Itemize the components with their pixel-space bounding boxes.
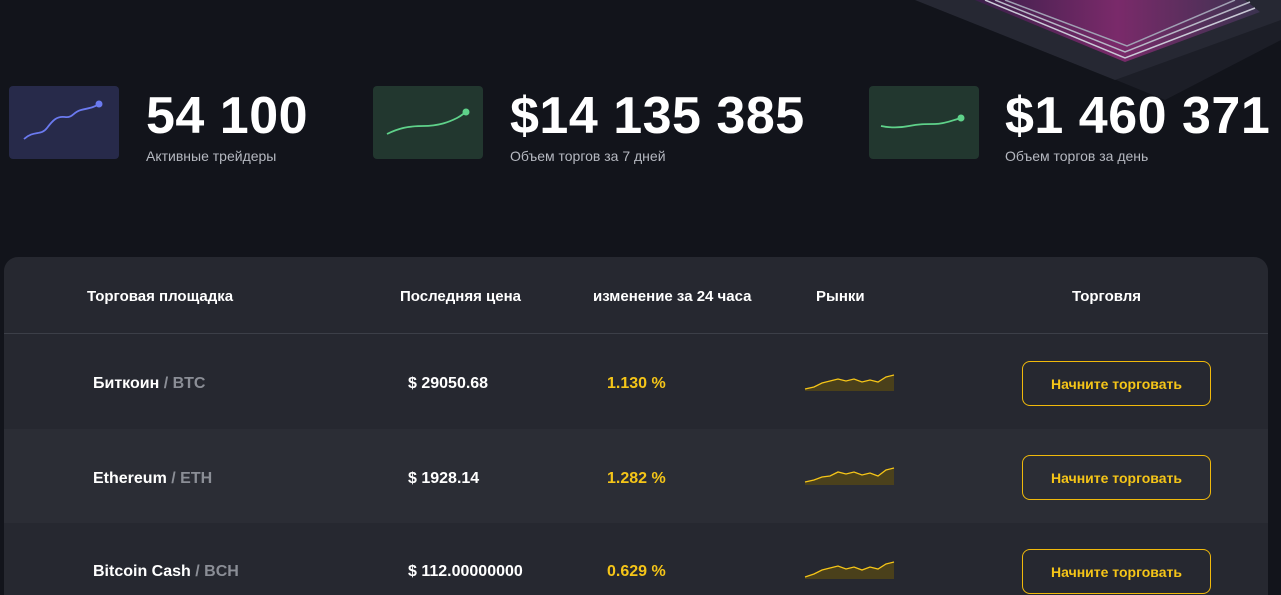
stat-label: Объем торгов за день — [1005, 148, 1149, 164]
last-price: $ 1928.14 — [408, 470, 480, 487]
pair-name: Биткоин / BTC — [93, 375, 205, 393]
trend-chart-icon — [9, 86, 119, 159]
header-trade: Торговля — [1072, 288, 1142, 305]
trend-chart-icon — [869, 86, 979, 159]
coin-ticker: / BCH — [195, 563, 239, 580]
pair-name: Bitcoin Cash / BCH — [93, 563, 239, 581]
coin-ticker: / BTC — [163, 375, 206, 392]
sparkline-chart — [804, 557, 896, 586]
change-24h: 0.629 % — [607, 563, 666, 580]
markets-table: Торговая площадка Последняя цена изменен… — [4, 257, 1268, 595]
stat-label: Активные трейдеры — [146, 148, 277, 164]
change-24h: 1.282 % — [607, 470, 666, 487]
header-price: Последняя цена — [400, 288, 521, 305]
table-header: Торговая площадка Последняя цена изменен… — [4, 257, 1268, 334]
table-row: Ethereum / ETH $ 1928.14 1.282 % Начните… — [4, 429, 1268, 523]
stat-value: $1 460 371 — [1005, 87, 1271, 145]
sparkline-chart — [804, 463, 896, 492]
header-platform: Торговая площадка — [87, 288, 234, 305]
coin-ticker: / ETH — [171, 470, 213, 487]
table-row: Bitcoin Cash / BCH $ 112.00000000 0.629 … — [4, 523, 1268, 595]
trend-chart-icon — [373, 86, 483, 159]
stat-value: $14 135 385 — [510, 87, 805, 145]
coin-name: Ethereum — [93, 470, 167, 487]
table-row: Биткоин / BTC $ 29050.68 1.130 % Начните… — [4, 335, 1268, 429]
coin-name: Биткоин — [93, 375, 160, 392]
sparkline-chart — [804, 369, 896, 398]
stats-row: 54 100 Активные трейдеры $14 135 385 Объ… — [0, 0, 1281, 200]
last-price: $ 29050.68 — [408, 375, 489, 392]
header-markets: Рынки — [816, 288, 865, 305]
coin-name: Bitcoin Cash — [93, 563, 191, 580]
pair-name: Ethereum / ETH — [93, 470, 212, 488]
last-price: $ 112.00000000 — [408, 563, 523, 580]
start-trading-button[interactable]: Начните торговать — [1022, 455, 1211, 500]
header-change: изменение за 24 часа — [593, 288, 752, 305]
start-trading-button[interactable]: Начните торговать — [1022, 361, 1211, 406]
stat-label: Объем торгов за 7 дней — [510, 148, 666, 164]
start-trading-button[interactable]: Начните торговать — [1022, 549, 1211, 594]
change-24h: 1.130 % — [607, 375, 666, 392]
stat-value: 54 100 — [146, 87, 309, 145]
